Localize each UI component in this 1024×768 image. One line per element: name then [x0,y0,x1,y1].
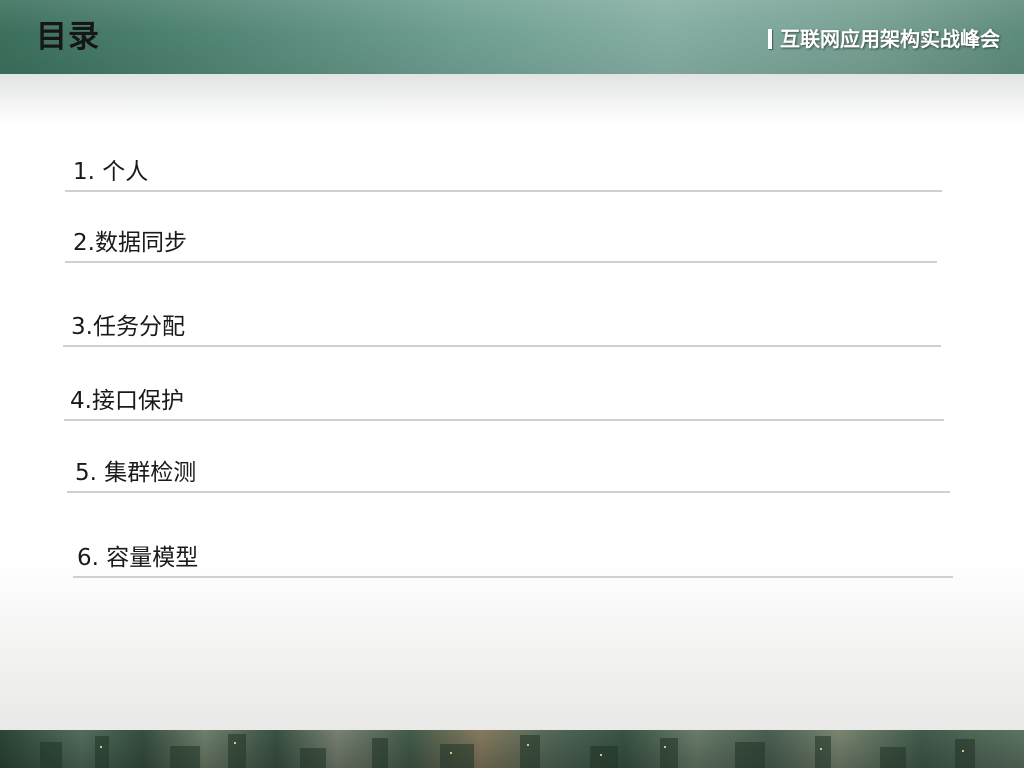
conference-banner: 互联网应用架构实战峰会 [768,24,1000,54]
toc-item-label: 4.接口保护 [70,388,184,414]
toc-divider [63,345,941,347]
toc-item-1: 1. 个人 [65,142,942,192]
building-shape [95,736,109,768]
toc-item-label: 2.数据同步 [73,230,187,256]
toc-divider [67,491,950,493]
building-shape [170,746,200,768]
slide-title: 目录 [36,19,100,55]
toc-item-label: 5. 集群检测 [75,460,197,486]
window-light [664,746,666,748]
building-shape [955,739,975,768]
slide: 目录 互联网应用架构实战峰会 1. 个人 2.数据同步 3.任务分配 4.接口保… [0,0,1024,768]
toc-item-label: 1. 个人 [73,159,149,185]
toc-item-2: 2.数据同步 [65,213,937,263]
window-light [100,746,102,748]
window-light [962,750,964,752]
city-skyline-banner [0,730,1024,768]
header-shadow [0,74,1024,124]
building-shape [372,738,388,768]
building-shape [815,736,831,768]
toc-divider [73,576,953,578]
building-shape [520,735,540,768]
separator-bar [768,29,772,49]
window-light [600,754,602,756]
toc-divider [65,261,937,263]
building-shape [228,734,246,768]
toc-divider [65,190,942,192]
toc-divider [64,419,944,421]
building-shape [660,738,678,768]
window-light [820,748,822,750]
toc-item-label: 6. 容量模型 [77,545,199,571]
toc-item-6: 6. 容量模型 [73,528,953,578]
toc-item-5: 5. 集群检测 [67,443,950,493]
toc-item-3: 3.任务分配 [63,297,941,347]
building-shape [590,746,618,768]
toc-item-4: 4.接口保护 [64,371,944,421]
window-light [450,752,452,754]
window-light [527,744,529,746]
building-shape [40,742,62,768]
building-shape [440,744,474,768]
building-shape [880,747,906,768]
building-shape [735,742,765,768]
window-light [234,742,236,744]
toc-item-label: 3.任务分配 [71,314,185,340]
building-shape [300,748,326,768]
conference-name: 互联网应用架构实战峰会 [780,27,1000,51]
